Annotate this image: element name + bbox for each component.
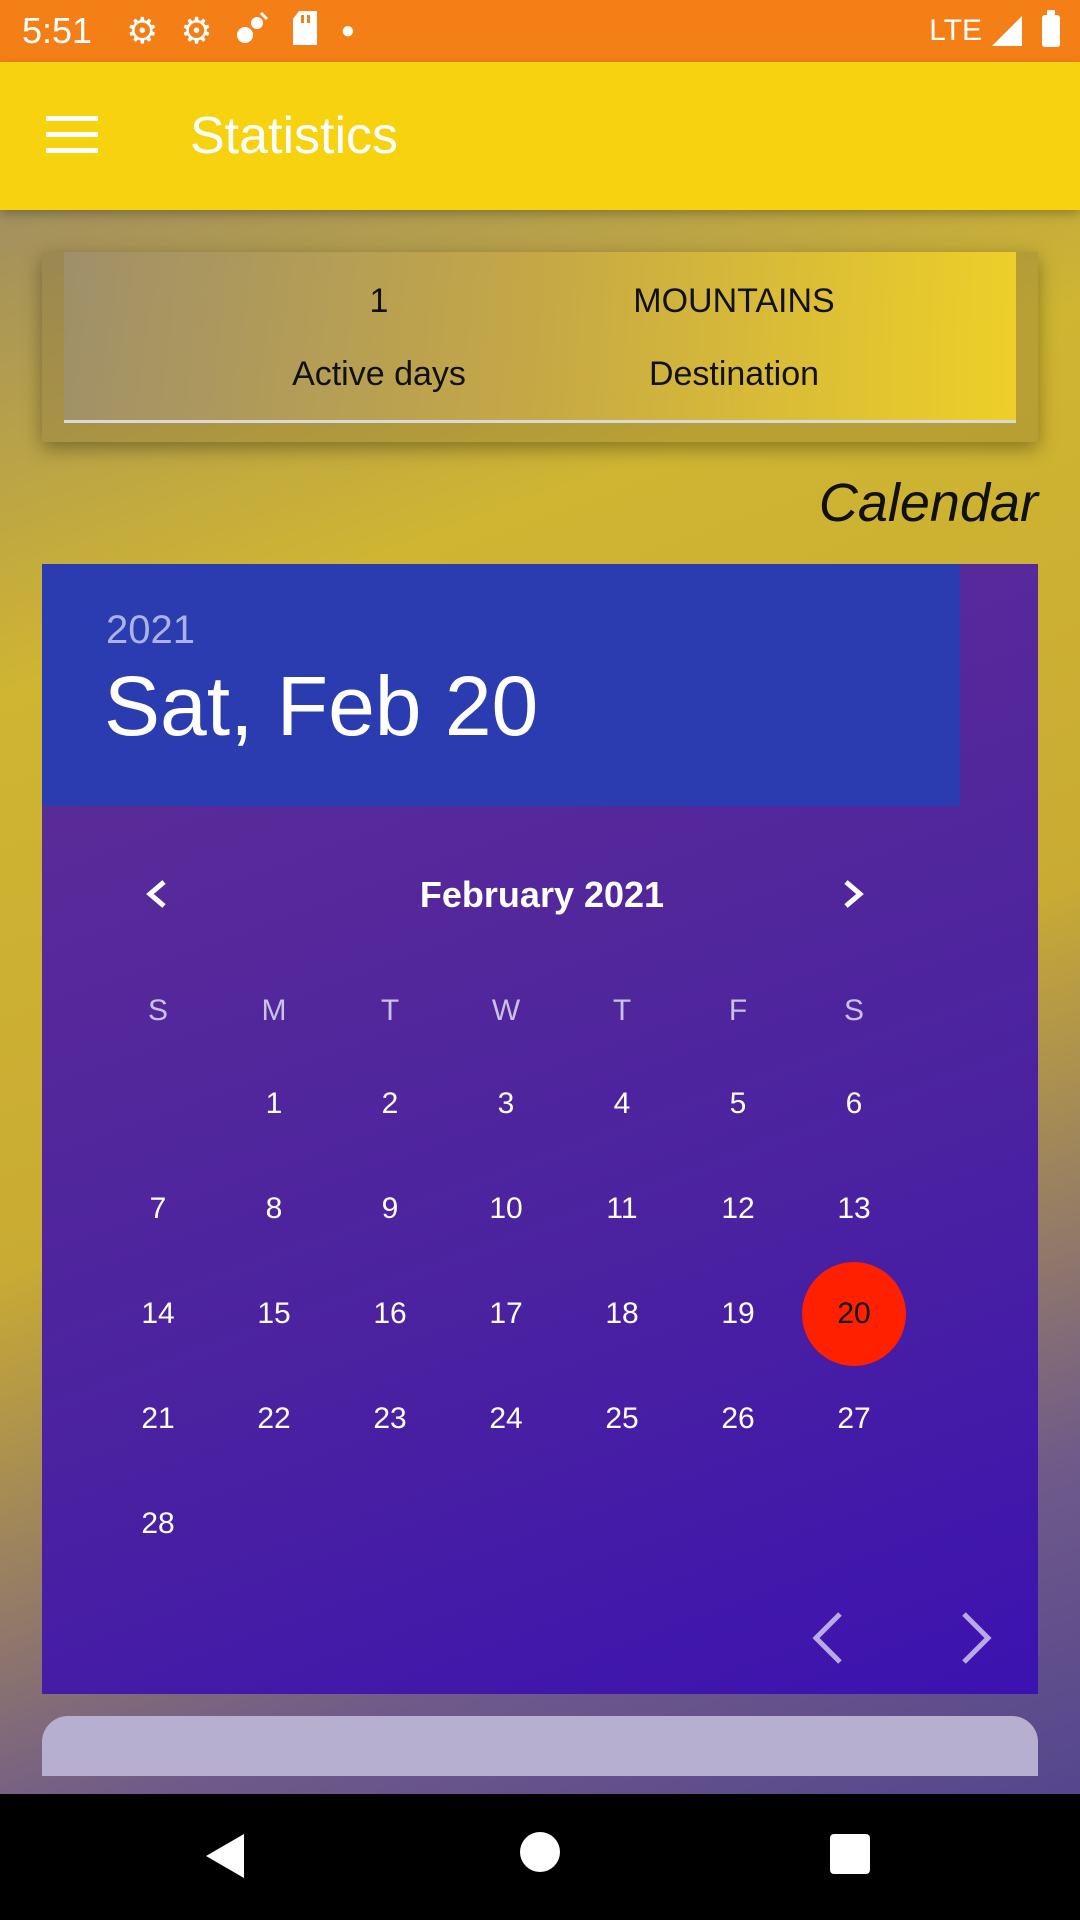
chevron-right-icon [844,880,864,908]
weekday-header: M [261,994,287,1027]
month-title: February 2021 [419,874,665,915]
weekday-header: S [843,994,864,1027]
calendar-day[interactable]: 28 [118,1484,198,1564]
stat-value: 1 [369,282,389,320]
page-previous-button[interactable] [808,1610,848,1666]
chevron-right-icon [962,1612,992,1664]
calendar-day[interactable]: 12 [698,1169,778,1249]
calendar-day[interactable]: 4 [582,1064,662,1144]
calendar-day[interactable]: 7 [118,1169,198,1249]
calendar-day[interactable]: 16 [350,1274,430,1354]
selected-date[interactable]: Sat, Feb 20 [104,658,538,755]
page-title: Statistics [190,107,399,165]
selected-year[interactable]: 2021 [106,608,195,653]
calendar-day[interactable]: 19 [698,1274,778,1354]
signal-icon [992,16,1022,46]
calendar-day[interactable]: 9 [350,1169,430,1249]
status-time: 5:51 [22,10,93,51]
calendar-heading: Calendar [818,473,1038,533]
app-bar: Statistics [0,62,1080,210]
calendar-day[interactable]: 10 [466,1169,546,1249]
calendar-day[interactable]: 26 [698,1379,778,1459]
calendar-day[interactable]: 15 [234,1274,314,1354]
stat-value: MOUNTAINS [633,282,835,320]
back-icon [206,1834,244,1878]
stats-card: 1 Active days MOUNTAINS Destination [64,252,1016,423]
gear-icon: ⚙ [180,10,213,51]
back-button[interactable] [206,1834,246,1883]
calendar-day[interactable]: 27 [814,1379,894,1459]
calendar-day[interactable]: 17 [466,1274,546,1354]
calendar-header: 2021 Sat, Feb 20 [42,564,960,806]
calendar-day[interactable]: 11 [582,1169,662,1249]
calendar-day[interactable]: 24 [466,1379,546,1459]
stat-label: Destination [648,355,820,393]
calendar-day-selected[interactable]: 20 [802,1262,906,1366]
weekday-header: T [380,994,400,1027]
signal-off-icon [235,11,269,51]
stat-label: Active days [292,355,466,393]
chevron-left-icon [146,880,166,908]
weekday-header: W [491,994,521,1027]
stat-active-days: 1 Active days [234,282,524,394]
weekday-header: S [147,994,168,1027]
hamburger-icon[interactable] [46,116,98,156]
home-button[interactable] [520,1832,560,1872]
stat-destination: MOUNTAINS Destination [584,282,884,394]
next-month-button[interactable] [832,874,872,914]
calendar-dialog: 2021 Sat, Feb 20 February 2021 SMTWTFS12… [42,564,1038,1694]
calendar-day[interactable]: 14 [118,1274,198,1354]
battery-icon [1042,10,1060,47]
dot-icon: ● [340,17,356,44]
calendar-day[interactable]: 23 [350,1379,430,1459]
calendar-day[interactable]: 3 [466,1064,546,1144]
calendar-day[interactable]: 6 [814,1064,894,1144]
weekday-header: T [612,994,632,1027]
calendar-day[interactable]: 13 [814,1169,894,1249]
calendar-day[interactable]: 2 [350,1064,430,1144]
system-nav-bar [0,1794,1080,1920]
recents-button[interactable] [830,1834,870,1874]
status-icons: ⚙ ⚙ ● [126,11,355,51]
page-next-button[interactable] [956,1610,996,1666]
sd-card-icon [291,11,319,51]
calendar-day[interactable]: 8 [234,1169,314,1249]
calendar-day[interactable]: 22 [234,1379,314,1459]
bottom-card [42,1716,1038,1776]
calendar-day[interactable]: 25 [582,1379,662,1459]
chevron-left-icon [812,1612,842,1664]
calendar-day[interactable]: 18 [582,1274,662,1354]
calendar-day[interactable]: 5 [698,1064,778,1144]
weekday-header: F [728,994,748,1027]
gear-icon: ⚙ [126,10,159,51]
calendar-day[interactable]: 1 [234,1064,314,1144]
network-type: LTE [929,14,982,47]
status-bar: 5:51 ⚙ ⚙ ● LTE [0,0,1080,62]
calendar-day[interactable]: 21 [118,1379,198,1459]
status-right: LTE [929,10,1060,48]
previous-month-button[interactable] [138,874,178,914]
